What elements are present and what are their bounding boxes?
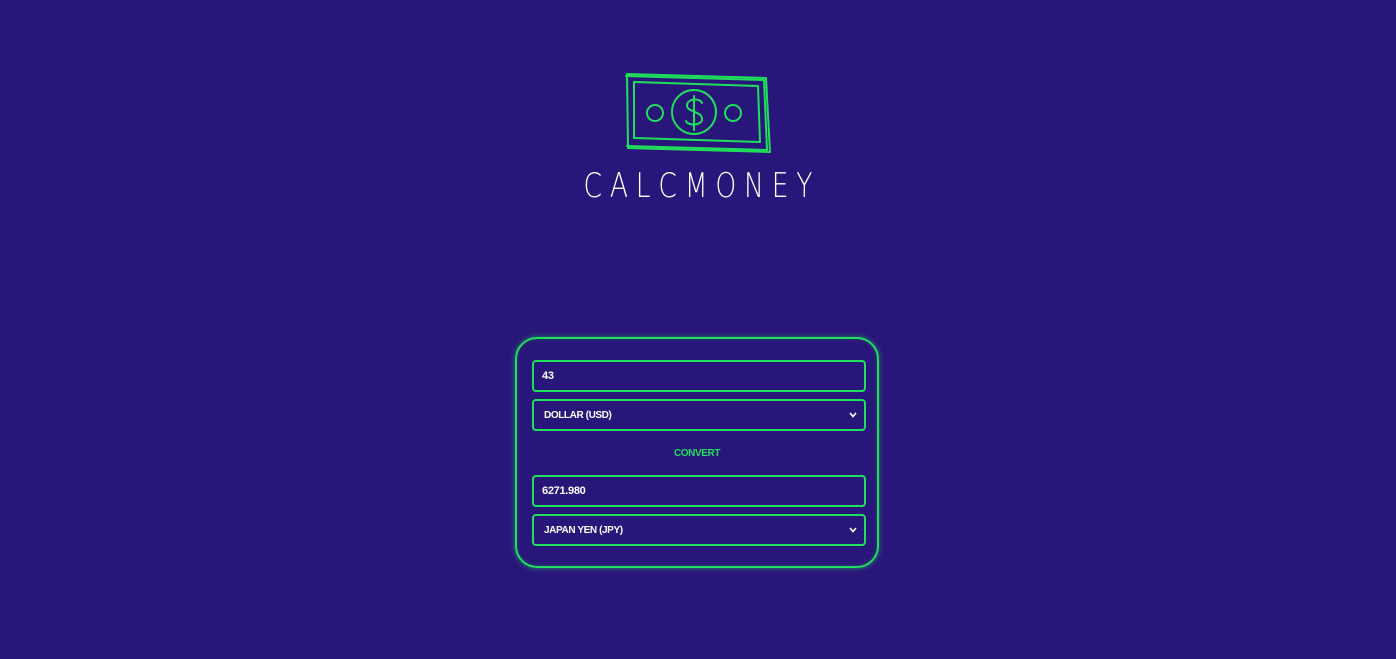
from-currency-value: DOLLAR (USD)	[544, 409, 612, 421]
converter-card: 43 DOLLAR (USD) CONVERT 6271.980 JAPAN Y…	[515, 337, 879, 568]
chevron-down-icon	[848, 525, 858, 535]
app-title: CALCMONEY	[583, 166, 821, 206]
convert-button[interactable]: CONVERT	[517, 447, 877, 460]
page: CALCMONEY 43 DOLLAR (USD) CONVERT 6271.9…	[0, 0, 1396, 659]
to-currency-select[interactable]: JAPAN YEN (JPY)	[532, 514, 866, 546]
to-currency-value: JAPAN YEN (JPY)	[544, 524, 623, 536]
from-currency-select[interactable]: DOLLAR (USD)	[532, 399, 866, 431]
amount-input[interactable]: 43	[532, 360, 866, 392]
result-input[interactable]: 6271.980	[532, 475, 866, 507]
chevron-down-icon	[848, 410, 858, 420]
dollar-bill-icon	[625, 73, 771, 153]
